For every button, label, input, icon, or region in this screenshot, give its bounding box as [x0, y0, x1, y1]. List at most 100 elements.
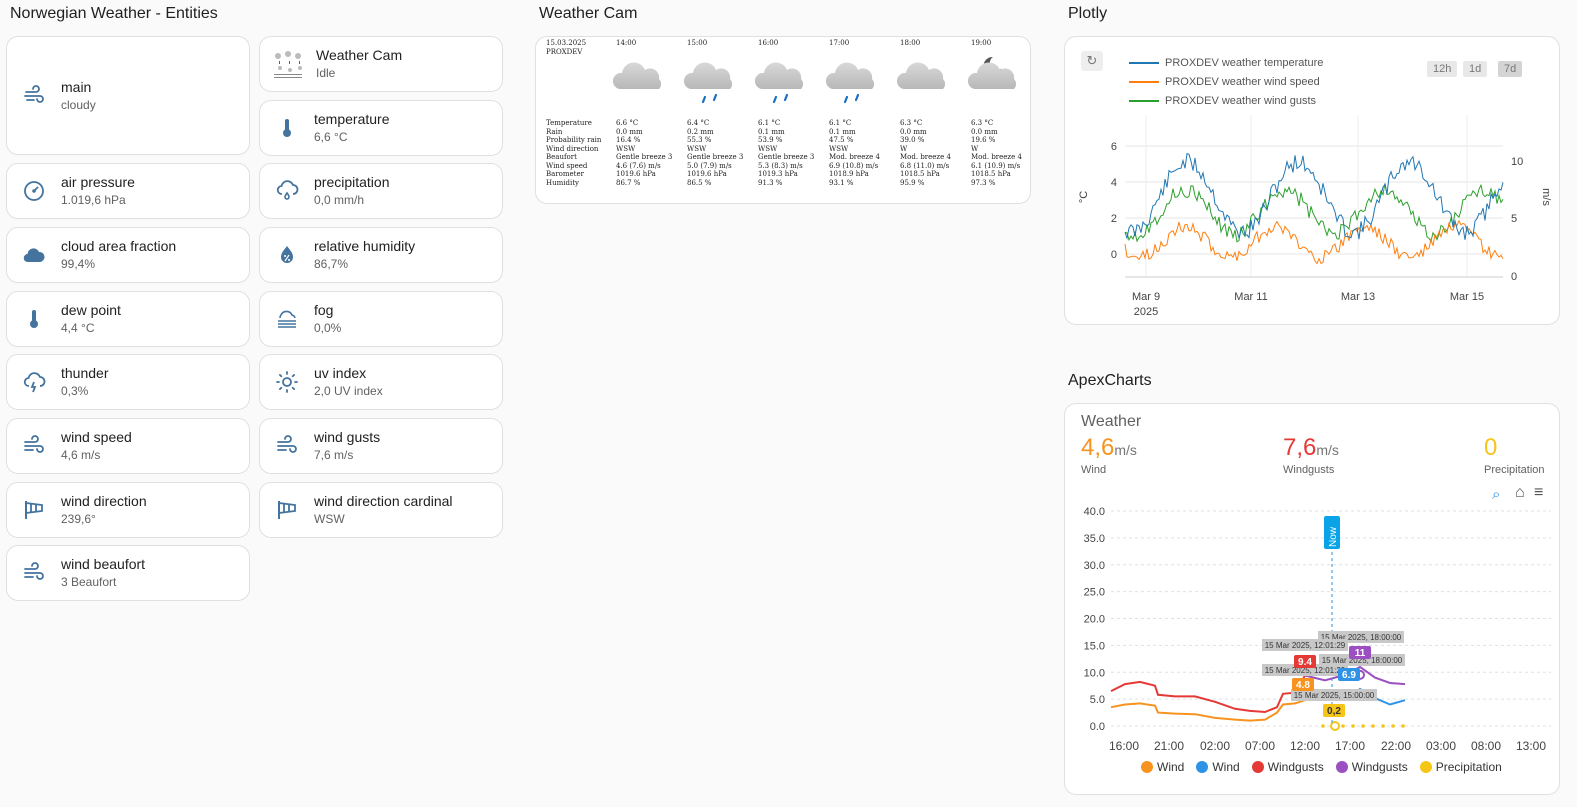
cloudy-icon [610, 51, 670, 111]
weathercam-value: 1018.5 hPa [900, 170, 940, 178]
entity-name: temperature [314, 111, 390, 127]
entity-row-relative-humidity[interactable]: relative humidity 86,7% [259, 227, 503, 283]
entity-name: uv index [314, 365, 367, 381]
weathercam-value: 16.4 % [616, 136, 641, 144]
weathercam-value: 39.0 % [900, 136, 925, 144]
plotly-card[interactable]: ↻ PROXDEV weather temperature PROXDEV wea… [1064, 36, 1560, 325]
y-left-axis-label: °C [1078, 191, 1090, 203]
badge-text: 11 [1355, 648, 1366, 659]
entity-row-wind-gusts[interactable]: wind gusts 7,6 m/s [259, 418, 503, 474]
apex-card[interactable]: Weather 4,6m/s Wind 7,6m/s Windgusts 0 Precip… [1064, 403, 1560, 795]
apex-legend-item[interactable]: Windgusts [1251, 760, 1324, 774]
x-tick-label: 22:00 [1381, 739, 1411, 753]
x-year-label: 2025 [1134, 306, 1158, 318]
badge-text: 9.4 [1298, 657, 1312, 668]
weathercam-value: 0.0 mm [900, 127, 927, 136]
weathercam-row-label: Wind speed [546, 161, 588, 170]
y-left-tick-label: 6 [1111, 141, 1117, 153]
entity-row-wind-direction[interactable]: wind direction 239,6° [6, 482, 250, 538]
weathercam-value: 6.6 °C [616, 119, 639, 127]
entity-row-main[interactable]: main cloudy [6, 36, 250, 155]
entity-row-wind-direction-cardinal[interactable]: wind direction cardinal WSW [259, 482, 503, 538]
plotly-chart[interactable]: 6 4 2 0 10 5 0 °C m/s Mar 9 Mar 11 Mar 13 Mar 15 2025 [1065, 37, 1561, 326]
y-tick-label: 5.0 [1090, 694, 1105, 706]
water-percent-icon [274, 242, 300, 268]
weathercam-value: WSW [829, 144, 849, 153]
entity-name: wind speed [61, 429, 132, 445]
entity-row-weather-cam[interactable]: Weather Cam Idle [259, 36, 503, 92]
entity-name: thunder [61, 365, 109, 381]
apex-chart[interactable]: 40.0 35.0 30.0 25.0 20.0 15.0 10.0 5.0 0.0 16:00 2… [1065, 404, 1561, 796]
precipitation-marker [1330, 721, 1340, 731]
entity-row-uv-index[interactable]: uv index 2,0 UV index [259, 354, 503, 410]
weathercam-value: 1019.6 hPa [616, 170, 656, 178]
apex-section-title: ApexCharts [1068, 372, 1152, 389]
x-tick-label: 16:00 [1109, 739, 1139, 753]
weathercam-value: 86.7 % [616, 178, 641, 187]
y-right-tick-label: 0 [1511, 271, 1517, 283]
weathercam-value: Mod. breeze 4 [829, 153, 880, 161]
sun-icon [274, 369, 300, 395]
thermometer-icon [274, 115, 300, 141]
weathercam-value: WSW [616, 144, 636, 153]
weathercam-station: PROXDEV [546, 48, 583, 56]
entity-state: 0,0 mm/h [314, 193, 365, 207]
apex-legend-item[interactable]: Wind [1196, 760, 1240, 774]
entity-row-dew-point[interactable]: dew point 4,4 °C [6, 291, 250, 347]
precipitation-point [1341, 724, 1345, 728]
entity-row-fog[interactable]: fog 0,0% [259, 291, 503, 347]
weathercam-time: 18:00 [900, 39, 921, 47]
x-tick-label: 17:00 [1335, 739, 1365, 753]
apex-legend-item[interactable]: Windgusts [1335, 760, 1408, 774]
entity-name: wind direction [61, 493, 147, 509]
series-line-wind [1110, 699, 1306, 722]
gauge-icon [21, 178, 47, 204]
x-tick-label: 02:00 [1200, 739, 1230, 753]
entity-state: 2,0 UV index [314, 384, 383, 398]
wind-icon [21, 560, 47, 586]
badge-text: 4.8 [1296, 680, 1310, 691]
weathercam-value: WSW [758, 144, 778, 153]
entity-row-wind-speed[interactable]: wind speed 4,6 m/s [6, 418, 250, 474]
plotly-section-title: Plotly [1068, 5, 1108, 22]
weathercam-value: 6.9 (10.8) m/s [829, 161, 879, 170]
wind-icon [21, 433, 47, 459]
entity-row-cloud-area-fraction[interactable]: cloud area fraction 99,4% [6, 227, 250, 283]
weathercam-date: 15.03.2025 [546, 39, 587, 47]
entity-row-thunder[interactable]: thunder 0,3% [6, 354, 250, 410]
fog-icon [274, 306, 300, 332]
weathercam-value: 0.1 mm [829, 127, 856, 136]
windsock-icon [21, 497, 47, 523]
entity-row-temperature[interactable]: temperature 6,6 °C [259, 100, 503, 156]
weather-cloudy-icon [21, 83, 47, 109]
weathercam-value: 53.9 % [758, 136, 783, 144]
weathercam-row-label: Barometer [546, 170, 584, 178]
entity-row-air-pressure[interactable]: air pressure 1.019,6 hPa [6, 163, 250, 219]
apex-legend-item[interactable]: Precipitation [1419, 760, 1502, 774]
weathercam-value: 5.3 (8.3) m/s [758, 161, 803, 170]
lightning-cloud-icon [21, 369, 47, 395]
weathercam-value: 1019.3 hPa [758, 170, 798, 178]
entity-name: fog [314, 302, 334, 318]
weathercam-time: 16:00 [758, 39, 779, 47]
point-label-gust-max: 11 [1349, 646, 1371, 659]
weather-cam-thumbnail [270, 46, 306, 82]
y-tick-label: 30.0 [1084, 560, 1105, 572]
entity-state: 6,6 °C [314, 130, 348, 144]
rain-cloud-icon [681, 51, 741, 111]
entity-name: Weather Cam [316, 47, 403, 63]
x-tick-label: 07:00 [1245, 739, 1275, 753]
entity-row-precipitation[interactable]: precipitation 0,0 mm/h [259, 163, 503, 219]
weathercam-value: W [971, 144, 979, 153]
apex-legend-item[interactable]: Wind [1141, 760, 1184, 774]
point-label-wind-now: 4.8 [1292, 678, 1314, 691]
weathercam-value: 6.1 °C [758, 119, 781, 127]
weathercam-value: 6.3 °C [900, 119, 923, 127]
entity-row-wind-beaufort[interactable]: wind beaufort 3 Beaufort [6, 545, 250, 601]
weathercam-value: 91.3 % [758, 178, 783, 187]
entity-name: wind gusts [314, 429, 381, 445]
night-cloud-icon [965, 51, 1025, 111]
entity-state: 7,6 m/s [314, 448, 354, 462]
weathercam-row-label: Humidity [546, 178, 579, 187]
weathercam-card[interactable]: 15.03.2025 PROXDEV Temperature Rain Probab… [535, 36, 1031, 204]
